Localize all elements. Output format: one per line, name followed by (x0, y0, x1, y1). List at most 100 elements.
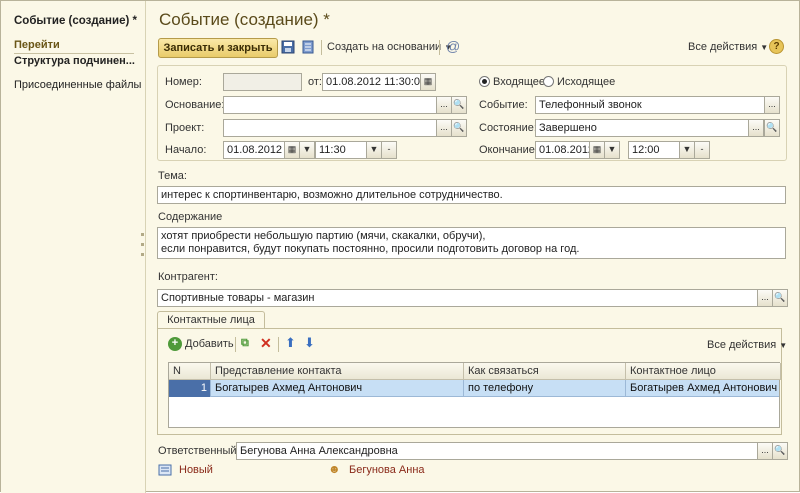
contacts-all-actions[interactable]: Все действия ▼ (707, 339, 787, 351)
toolbar-separator (321, 40, 322, 55)
select-button[interactable]: - (381, 141, 397, 159)
content-line: хотят приобрести небольшую партию (мячи,… (161, 230, 486, 242)
state-field[interactable]: Завершено (535, 119, 765, 137)
move-down-icon[interactable]: ⬇ (304, 335, 315, 351)
cell-how-to-contact: по телефону (464, 380, 626, 397)
calendar-icon[interactable]: ▦ (420, 73, 436, 91)
end-date-field[interactable]: 01.08.2012 (535, 141, 590, 159)
splitter-grip[interactable] (141, 233, 144, 236)
date-from-label: от: (308, 76, 322, 88)
event-field[interactable]: Телефонный звонок (535, 96, 765, 114)
number-field[interactable] (223, 73, 302, 91)
author-name: Бегунова Анна (349, 464, 425, 476)
nav-title: Событие (создание) * (14, 15, 137, 27)
document-list-icon[interactable] (301, 40, 315, 54)
select-button[interactable]: ... (436, 96, 452, 114)
all-actions-label: Все действия (707, 339, 777, 351)
delete-icon[interactable]: ✕ (260, 335, 272, 352)
responsible-label: Ответственный: (158, 445, 240, 457)
all-actions-label: Все действия (688, 41, 758, 53)
search-icon[interactable]: 🔍 (764, 119, 780, 137)
main-area: Событие (создание) * Записать и закрыть … (147, 1, 800, 493)
document-status-icon (158, 464, 172, 476)
contacts-table[interactable]: N Представление контакта Как связаться К… (168, 362, 781, 428)
event-label: Событие: (479, 99, 528, 111)
content-label: Содержание (158, 211, 223, 223)
number-label: Номер: (165, 76, 202, 88)
add-icon[interactable]: + (168, 337, 182, 351)
counterparty-label: Контрагент: (158, 271, 218, 283)
incoming-radio[interactable] (479, 76, 490, 87)
select-button[interactable]: ... (764, 96, 780, 114)
chevron-down-icon: ▼ (779, 341, 788, 350)
header-fields-panel: Номер: от: 01.08.2012 11:30:00 ▦ Входяще… (157, 65, 787, 161)
status-badge: Новый (179, 464, 213, 476)
nav-group-goto: Перейти (14, 39, 134, 54)
date-from-field[interactable]: 01.08.2012 11:30:00 (322, 73, 421, 91)
all-actions-menu[interactable]: Все действия ▼ (688, 41, 768, 53)
page-title: Событие (создание) * (159, 10, 330, 29)
create-based-menu[interactable]: Создать на основании ▼ (327, 41, 452, 53)
start-time-field[interactable]: 11:30 (315, 141, 367, 159)
form-window: Событие (создание) * Перейти Структура п… (0, 0, 800, 493)
select-button[interactable]: - (694, 141, 710, 159)
end-time-field[interactable]: 12:00 (628, 141, 680, 159)
start-date-field[interactable]: 01.08.2012 (223, 141, 285, 159)
chevron-down-icon[interactable]: ▼ (299, 141, 315, 159)
incoming-label: Входящее (493, 76, 546, 88)
content-line: если понравится, будут покупать постоянн… (161, 243, 580, 255)
outgoing-label: Исходящее (557, 76, 616, 88)
move-up-icon[interactable]: ⬆ (285, 335, 296, 351)
tab-contacts[interactable]: Контактные лица (157, 311, 265, 329)
column-header[interactable]: Как связаться (464, 363, 626, 380)
select-button[interactable]: ... (757, 289, 773, 307)
chevron-down-icon: ▼ (760, 43, 769, 52)
search-icon[interactable]: 🔍 (451, 119, 467, 137)
save-close-button[interactable]: Записать и закрыть (158, 38, 278, 58)
save-icon[interactable] (281, 40, 295, 54)
column-header[interactable]: Контактное лицо (626, 363, 781, 380)
cell-representation: Богатырев Ахмед Антонович (211, 380, 464, 397)
row-number: 1 (169, 380, 211, 397)
user-icon: ☻ (328, 462, 341, 476)
help-icon[interactable]: ? (769, 39, 784, 54)
cell-contact-person: Богатырев Ахмед Антонович (630, 382, 778, 394)
copy-icon[interactable]: ⧉ (241, 337, 249, 350)
search-icon[interactable]: 🔍 (451, 96, 467, 114)
chevron-down-icon[interactable]: ▼ (679, 141, 695, 159)
splitter-grip[interactable] (141, 243, 144, 246)
nav-item-attached-files[interactable]: Присоединенные файлы (14, 79, 141, 91)
project-field[interactable] (223, 119, 437, 137)
chevron-down-icon[interactable]: ▼ (366, 141, 382, 159)
email-icon[interactable]: @ (446, 38, 460, 54)
contacts-panel: + Добавить ⧉ ✕ ⬆ ⬇ Все действия ▼ N Пред… (157, 328, 787, 435)
chevron-down-icon[interactable]: ▼ (604, 141, 620, 159)
topic-label: Тема: (158, 170, 187, 182)
basis-field[interactable] (223, 96, 437, 114)
nav-item-subordination[interactable]: Структура подчинен... (14, 55, 135, 67)
responsible-field[interactable]: Бегунова Анна Александровна (236, 442, 758, 460)
calendar-icon[interactable]: ▦ (284, 141, 300, 159)
column-header[interactable]: Представление контакта (211, 363, 464, 380)
toolbar-separator (235, 337, 236, 352)
column-header[interactable]: N (169, 363, 211, 380)
table-row[interactable]: 1 Богатырев Ахмед Антонович по телефону … (169, 380, 779, 397)
select-button[interactable]: ... (748, 119, 764, 137)
content-textarea[interactable]: хотят приобрести небольшую партию (мячи,… (157, 227, 786, 259)
search-icon[interactable]: 🔍 (772, 289, 788, 307)
topic-field[interactable]: интерес к спортинвентарю, возможно длите… (157, 186, 786, 204)
add-contact-button[interactable]: Добавить (185, 338, 234, 350)
search-icon[interactable]: 🔍 (772, 442, 788, 460)
end-label: Окончание: (479, 144, 538, 156)
outgoing-radio[interactable] (543, 76, 554, 87)
toolbar-separator (439, 40, 440, 55)
select-button[interactable]: ... (436, 119, 452, 137)
state-label: Состояние: (479, 122, 537, 134)
splitter-grip[interactable] (141, 253, 144, 256)
counterparty-field[interactable]: Спортивные товары - магазин (157, 289, 758, 307)
toolbar-separator (278, 337, 279, 352)
select-button[interactable]: ... (757, 442, 773, 460)
calendar-icon[interactable]: ▦ (589, 141, 605, 159)
navigation-panel: Событие (создание) * Перейти Структура п… (1, 1, 146, 493)
basis-label: Основание: (165, 99, 225, 111)
